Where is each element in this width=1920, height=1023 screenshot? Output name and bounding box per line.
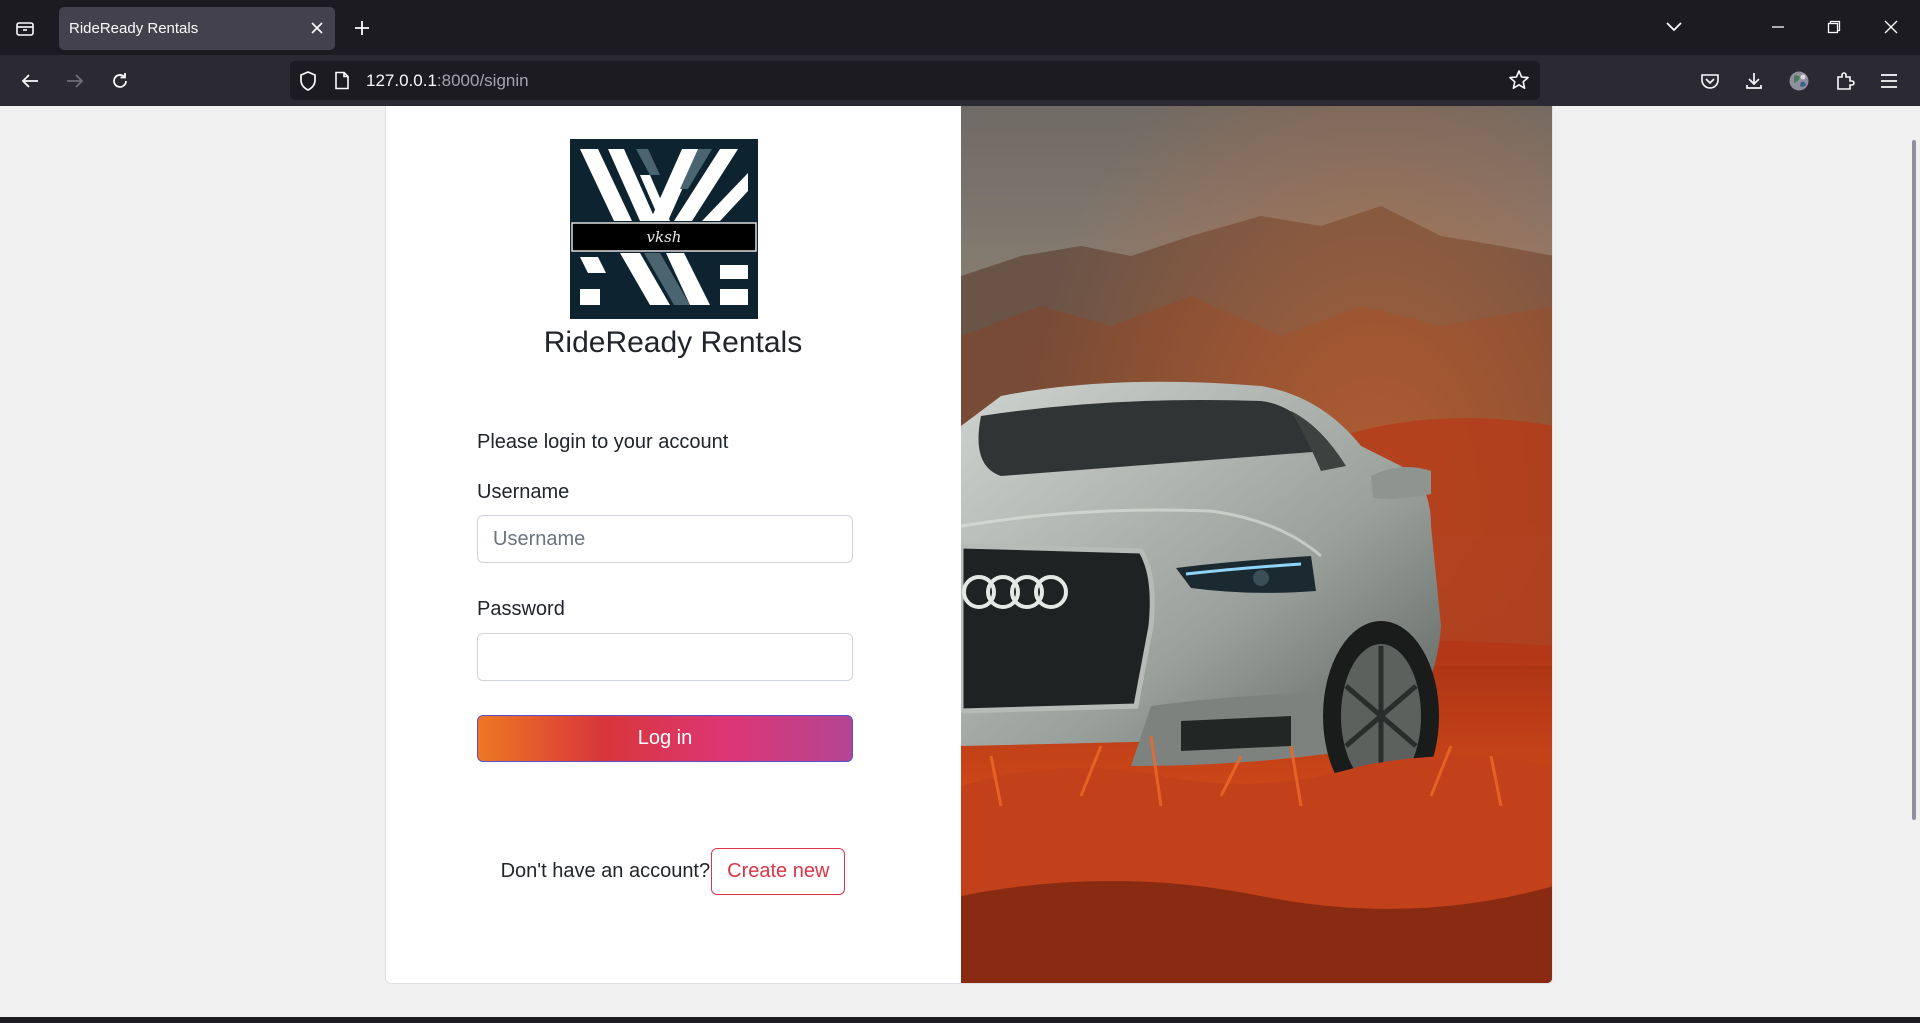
- create-account-button[interactable]: Create new: [711, 848, 846, 895]
- chevron-down-icon[interactable]: [1658, 12, 1690, 42]
- window-bottom-edge: [0, 1017, 1920, 1023]
- active-tab[interactable]: RideReady Rentals: [59, 7, 335, 50]
- password-input[interactable]: [477, 633, 853, 681]
- profile-icon[interactable]: [1783, 65, 1815, 97]
- login-prompt: Please login to your account: [477, 431, 729, 453]
- page-body: vksh RideReady Rentals Please login to y…: [0, 106, 1920, 1017]
- close-icon[interactable]: [307, 18, 327, 38]
- extensions-icon[interactable]: [1829, 65, 1861, 97]
- tab-title: RideReady Rentals: [69, 20, 199, 37]
- page-icon[interactable]: [334, 71, 350, 95]
- restore-icon[interactable]: [1818, 12, 1850, 42]
- pocket-icon[interactable]: [1694, 65, 1726, 97]
- username-label: Username: [477, 481, 570, 503]
- close-window-icon[interactable]: [1875, 12, 1907, 42]
- hero-car-image: [961, 106, 1552, 983]
- url-bar[interactable]: 127.0.0.1:8000/signin: [290, 61, 1540, 100]
- url-path: :8000/signin: [436, 71, 529, 90]
- url-host: 127.0.0.1: [366, 71, 437, 90]
- login-button[interactable]: Log in: [477, 715, 853, 762]
- menu-icon[interactable]: [1873, 65, 1905, 97]
- forward-icon[interactable]: [59, 65, 91, 97]
- signup-row: Don't have an account? Create new: [386, 848, 960, 895]
- signup-question: Don't have an account?: [500, 860, 711, 882]
- brand-logo: vksh: [570, 139, 758, 319]
- tab-list-icon[interactable]: [10, 14, 40, 42]
- signin-card: vksh RideReady Rentals Please login to y…: [385, 106, 1553, 984]
- star-icon[interactable]: [1508, 69, 1530, 96]
- navigation-toolbar: 127.0.0.1:8000/signin: [0, 55, 1920, 106]
- username-input[interactable]: [477, 515, 853, 563]
- url-text[interactable]: 127.0.0.1:8000/signin: [366, 71, 529, 91]
- brand-name: RideReady Rentals: [543, 326, 803, 359]
- plus-icon[interactable]: [348, 14, 376, 42]
- page-scrollbar[interactable]: [1912, 140, 1916, 820]
- shield-icon[interactable]: [298, 70, 318, 97]
- back-icon[interactable]: [14, 65, 46, 97]
- reload-icon[interactable]: [104, 65, 136, 97]
- signin-panel: vksh RideReady Rentals Please login to y…: [386, 106, 960, 983]
- password-label: Password: [477, 598, 565, 620]
- tab-strip: RideReady Rentals: [0, 0, 1920, 55]
- minimize-icon[interactable]: [1762, 12, 1794, 42]
- logo-text: vksh: [647, 228, 682, 246]
- download-icon[interactable]: [1738, 65, 1770, 97]
